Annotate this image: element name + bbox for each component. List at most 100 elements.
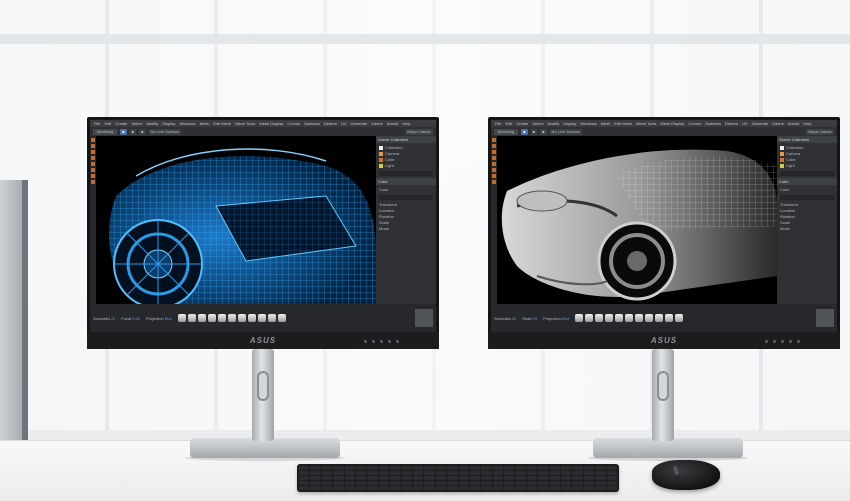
keyboard-key[interactable] xyxy=(321,481,333,485)
keyboard-key[interactable] xyxy=(595,481,606,485)
menu-item[interactable]: UV xyxy=(742,120,748,127)
tool-chip[interactable]: ■ xyxy=(120,128,127,135)
keyboard-key[interactable] xyxy=(492,486,504,490)
keyboard-key[interactable] xyxy=(447,481,458,485)
keyboard-key[interactable] xyxy=(447,486,458,490)
keyboard-key[interactable] xyxy=(367,471,378,475)
keyboard-key[interactable] xyxy=(526,486,538,490)
tool-chip[interactable]: ■ xyxy=(129,128,137,135)
keyboard-key[interactable] xyxy=(481,471,492,475)
menu-item[interactable]: Edit Mesh xyxy=(614,120,632,127)
keyboard-key[interactable] xyxy=(492,481,504,485)
keyboard-key[interactable] xyxy=(321,466,333,470)
keyboard-key[interactable] xyxy=(458,481,469,485)
menu-item[interactable]: Deform xyxy=(324,120,337,127)
keyboard-key[interactable] xyxy=(435,466,447,470)
keyboard-key[interactable] xyxy=(378,476,390,480)
outliner-item[interactable]: Light xyxy=(376,163,436,169)
keyboard-key[interactable] xyxy=(504,466,515,470)
keyboard-key[interactable] xyxy=(424,466,435,470)
keyboard-key[interactable] xyxy=(469,486,481,490)
keyboard-key[interactable] xyxy=(333,481,344,485)
tool-chip[interactable]: ■ xyxy=(139,128,146,135)
keyboard-key[interactable] xyxy=(367,466,378,470)
monitor-buttons[interactable] xyxy=(364,340,399,343)
keyboard-key[interactable] xyxy=(515,486,526,490)
keyboard-key[interactable] xyxy=(515,476,526,480)
keyboard-key[interactable] xyxy=(435,486,447,490)
keyboard-key[interactable] xyxy=(458,476,469,480)
menu-item[interactable]: Curves xyxy=(287,120,300,127)
menu-item[interactable]: Modify xyxy=(147,120,159,127)
keyboard-key[interactable] xyxy=(424,486,435,490)
keyboard-key[interactable] xyxy=(583,476,595,480)
keyboard-key[interactable] xyxy=(310,476,321,480)
keyboard-key[interactable] xyxy=(378,481,390,485)
keyboard-key[interactable] xyxy=(355,471,367,475)
keyboard-key[interactable] xyxy=(606,466,617,470)
keyboard-key[interactable] xyxy=(401,471,412,475)
keyboard-key[interactable] xyxy=(538,471,549,475)
keyboard-key[interactable] xyxy=(447,471,458,475)
menu-item[interactable]: Create xyxy=(115,120,127,127)
menu-item[interactable]: Cache xyxy=(371,120,383,127)
workspace-selector[interactable]: Maya Classic xyxy=(806,128,834,135)
menu-item[interactable]: Edit xyxy=(505,120,512,127)
menu-item[interactable]: Create xyxy=(516,120,528,127)
keyboard-key[interactable] xyxy=(515,466,526,470)
keyboard-key[interactable] xyxy=(481,476,492,480)
menu-item[interactable]: Surfaces xyxy=(705,120,721,127)
section-color[interactable]: Color xyxy=(376,187,436,193)
keyboard-key[interactable] xyxy=(355,476,367,480)
keyboard-key[interactable] xyxy=(549,466,561,470)
menu-item[interactable]: Help xyxy=(402,120,410,127)
keyboard-key[interactable] xyxy=(583,471,595,475)
keyboard[interactable] xyxy=(297,464,619,492)
mouse[interactable] xyxy=(652,460,720,490)
keyboard-key[interactable] xyxy=(458,466,469,470)
keyboard-key[interactable] xyxy=(458,471,469,475)
keyboard-key[interactable] xyxy=(538,476,549,480)
keyboard-key[interactable] xyxy=(355,466,367,470)
keyboard-key[interactable] xyxy=(435,476,447,480)
keyboard-key[interactable] xyxy=(333,476,344,480)
keyboard-key[interactable] xyxy=(299,476,310,480)
mode-selector[interactable]: Modeling xyxy=(494,128,519,135)
keyboard-key[interactable] xyxy=(595,471,606,475)
keyboard-key[interactable] xyxy=(412,466,424,470)
keyboard-key[interactable] xyxy=(390,486,401,490)
keyboard-key[interactable] xyxy=(492,471,504,475)
keyboard-key[interactable] xyxy=(435,471,447,475)
keyboard-key[interactable] xyxy=(492,466,504,470)
keyboard-key[interactable] xyxy=(572,466,583,470)
keyboard-key[interactable] xyxy=(504,486,515,490)
keyboard-key[interactable] xyxy=(401,486,412,490)
section-color[interactable]: Color xyxy=(777,187,837,193)
keyboard-key[interactable] xyxy=(310,486,321,490)
keyboard-key[interactable] xyxy=(299,466,310,470)
keyboard-key[interactable] xyxy=(321,471,333,475)
keyboard-key[interactable] xyxy=(526,471,538,475)
keyboard-key[interactable] xyxy=(401,466,412,470)
keyboard-key[interactable] xyxy=(583,481,595,485)
keyboard-key[interactable] xyxy=(561,476,572,480)
keyboard-key[interactable] xyxy=(549,486,561,490)
keyboard-key[interactable] xyxy=(526,481,538,485)
menu-item[interactable]: Select xyxy=(131,120,142,127)
monitor-buttons[interactable] xyxy=(765,340,800,343)
keyboard-key[interactable] xyxy=(390,476,401,480)
keyboard-key[interactable] xyxy=(469,466,481,470)
field-mode[interactable]: Mode xyxy=(376,226,436,232)
keyboard-key[interactable] xyxy=(549,481,561,485)
keyboard-key[interactable] xyxy=(390,481,401,485)
menu-item[interactable]: Generate xyxy=(351,120,368,127)
keyboard-key[interactable] xyxy=(390,466,401,470)
material-swatches[interactable] xyxy=(575,314,684,322)
viewport-3d[interactable] xyxy=(497,136,777,304)
keyboard-key[interactable] xyxy=(412,476,424,480)
keyboard-key[interactable] xyxy=(401,481,412,485)
keyboard-key[interactable] xyxy=(367,476,378,480)
keyboard-key[interactable] xyxy=(299,481,310,485)
keyboard-key[interactable] xyxy=(481,466,492,470)
keyboard-key[interactable] xyxy=(606,471,617,475)
